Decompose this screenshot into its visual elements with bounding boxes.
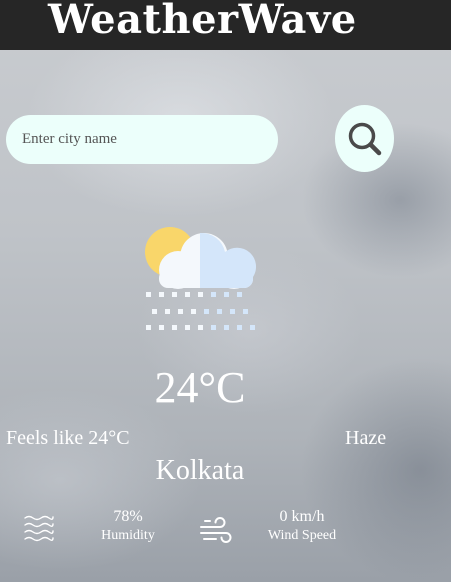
city-search-input[interactable] [6,115,278,164]
search-icon [348,122,381,155]
humidity-waves-icon [24,515,54,542]
wind-icon [200,517,232,543]
humidity-value: 78% [113,508,143,525]
feels-like-text: Feels like 24°C [6,427,130,449]
app-title: WeatherWave [48,0,357,43]
sun-cloud-snow-icon [145,227,257,330]
app-header: WeatherWave [0,0,451,50]
weather-condition: Haze [345,427,387,449]
wind-speed-value: 0 km/h [279,508,325,525]
humidity-label: Humidity [101,528,155,543]
wind-speed-label: Wind Speed [267,528,337,543]
temperature: 24°C [154,363,246,412]
search-button[interactable] [335,105,394,172]
city-name: Kolkata [155,455,245,486]
